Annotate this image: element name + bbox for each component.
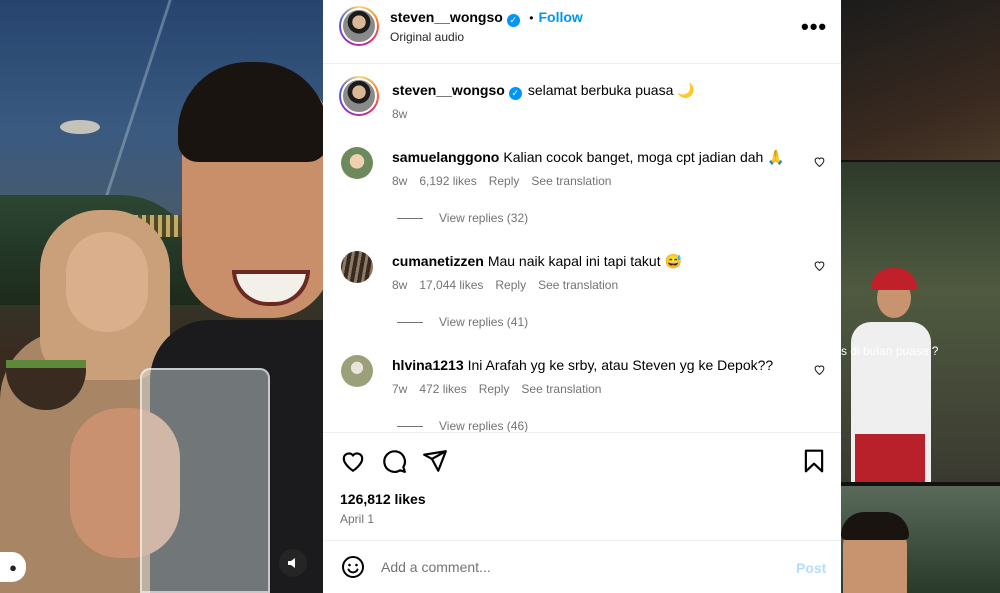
like-comment-heart-icon[interactable]	[813, 155, 827, 169]
more-options-icon[interactable]: •••	[801, 14, 827, 40]
kid-pants	[855, 434, 925, 482]
verified-badge-icon: ✓	[508, 87, 522, 100]
comment-bubble-icon[interactable]	[381, 448, 407, 474]
comment-text: cumanetizzen Mau naik kapal ini tapi taku…	[392, 253, 682, 270]
comment-time: 8w	[392, 278, 408, 292]
follow-button[interactable]: Follow	[538, 9, 582, 25]
emoji-smiley-icon[interactable]	[341, 555, 365, 579]
speaker-icon	[288, 558, 295, 568]
like-comment-heart-icon[interactable]	[813, 363, 827, 377]
background-feed: s di bulan puasa ?	[841, 0, 1000, 593]
save-bookmark-icon[interactable]	[801, 448, 827, 474]
comment-time: 8w	[392, 174, 408, 188]
kid-hair	[841, 512, 909, 540]
caption-body: selamat berbuka puasa 🌙	[527, 82, 695, 98]
comment-meta: 7w 472 likes Reply See translation	[392, 382, 613, 396]
author-avatar[interactable]	[339, 6, 379, 46]
add-comment-input[interactable]	[381, 555, 771, 579]
post-panel: steven__wongso ✓ • Follow Original audio •…	[323, 0, 841, 593]
comment-text: samuelanggono Kalian cocok banget, moga c…	[392, 149, 785, 166]
commenter-avatar[interactable]	[341, 251, 373, 283]
comment-composer: Post	[323, 540, 841, 593]
view-replies-button[interactable]: View replies (32)	[397, 211, 528, 225]
caption-username[interactable]: steven__wongso	[392, 82, 505, 98]
commenter-username[interactable]: hlvina1213	[392, 357, 464, 373]
separator-dot: •	[529, 11, 534, 25]
commenter-avatar[interactable]	[341, 355, 373, 387]
post-date: April 1	[340, 512, 375, 526]
comment-likes[interactable]: 6,192 likes	[419, 174, 476, 188]
water-glass	[140, 368, 270, 593]
person-icon: ●	[9, 559, 17, 575]
comment-body: Mau naik kapal ini tapi takut 😅	[487, 253, 682, 269]
comment-text: hlvina1213 Ini Arafah yg ke srby, atau St…	[392, 357, 773, 373]
comment-likes[interactable]: 17,044 likes	[419, 278, 483, 292]
comment-body: Kalian cocok banget, moga cpt jadian dah…	[503, 149, 785, 165]
replies-divider	[397, 217, 423, 219]
replies-divider	[397, 321, 423, 323]
verified-badge-icon: ✓	[506, 14, 520, 27]
post-comment-button[interactable]: Post	[796, 560, 826, 576]
action-bar: 126,812 likes April 1	[323, 432, 841, 539]
comment-row: cumanetizzen Mau naik kapal ini tapi taku…	[323, 249, 841, 339]
audio-label[interactable]: Original audio	[390, 30, 464, 44]
reply-button[interactable]: Reply	[495, 278, 526, 292]
comment-row: samuelanggono Kalian cocok banget, moga c…	[323, 145, 841, 235]
background-thumbnail	[841, 0, 1000, 160]
reply-button[interactable]: Reply	[479, 382, 510, 396]
likes-count[interactable]: 126,812 likes	[340, 491, 426, 507]
audio-toggle-button[interactable]	[279, 549, 307, 577]
thumbnail-caption: s di bulan puasa ?	[841, 344, 939, 358]
comments-list[interactable]: steven__wongso ✓ selamat berbuka puasa 🌙 8…	[323, 65, 841, 432]
tagged-people-button[interactable]: ●	[0, 552, 26, 582]
comment-row: hlvina1213 Ini Arafah yg ke srby, atau St…	[323, 353, 841, 432]
santa-hat	[871, 268, 917, 290]
commenter-username[interactable]: cumanetizzen	[392, 253, 484, 269]
like-comment-heart-icon[interactable]	[813, 259, 827, 273]
post-photo[interactable]: ●	[0, 0, 323, 593]
caption-time: 8w	[392, 107, 408, 121]
reply-button[interactable]: Reply	[489, 174, 520, 188]
caption-row: steven__wongso ✓ selamat berbuka puasa 🌙 8…	[323, 65, 841, 125]
author-username[interactable]: steven__wongso	[390, 9, 503, 25]
background-thumbnail	[841, 486, 1000, 593]
view-replies-label: View replies (32)	[439, 211, 529, 225]
instagram-post-modal: ● s di bulan puasa ? steven__wongso ✓ • Fo…	[0, 0, 1000, 593]
commenter-username[interactable]: samuelanggono	[392, 149, 499, 165]
view-replies-label: View replies (41)	[439, 315, 529, 329]
see-translation-link[interactable]: See translation	[531, 174, 611, 188]
comment-time: 7w	[392, 382, 408, 396]
view-replies-button[interactable]: View replies (46)	[397, 419, 528, 432]
replies-divider	[397, 425, 423, 427]
caption-text: steven__wongso ✓ selamat berbuka puasa 🌙	[392, 82, 695, 100]
background-thumbnail: s di bulan puasa ?	[841, 162, 1000, 482]
commenter-avatar[interactable]	[341, 147, 373, 179]
share-send-icon[interactable]	[422, 448, 448, 474]
see-translation-link[interactable]: See translation	[521, 382, 601, 396]
comment-body: Ini Arafah yg ke srby, atau Steven yg ke…	[467, 357, 774, 373]
see-translation-link[interactable]: See translation	[538, 278, 618, 292]
comment-likes[interactable]: 472 likes	[419, 382, 466, 396]
like-heart-icon[interactable]	[340, 448, 366, 474]
comment-meta: 8w 17,044 likes Reply See translation	[392, 278, 630, 292]
author-avatar[interactable]	[339, 76, 379, 116]
comment-meta: 8w 6,192 likes Reply See translation	[392, 174, 623, 188]
post-header: steven__wongso ✓ • Follow Original audio •…	[323, 0, 841, 64]
view-replies-label: View replies (46)	[439, 419, 529, 432]
view-replies-button[interactable]: View replies (41)	[397, 315, 528, 329]
woman-face	[66, 232, 148, 332]
ceiling-light	[60, 120, 100, 134]
